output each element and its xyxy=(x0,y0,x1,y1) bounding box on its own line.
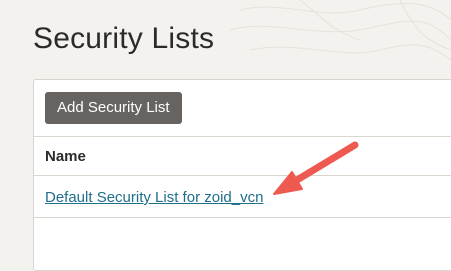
column-header-name: Name xyxy=(45,148,86,165)
row-divider xyxy=(34,217,451,218)
security-lists-panel: Add Security List Name Default Security … xyxy=(33,79,451,271)
header-divider xyxy=(34,175,451,176)
page-title: Security Lists xyxy=(33,22,215,55)
toolbar-divider xyxy=(34,136,451,137)
add-security-list-button[interactable]: Add Security List xyxy=(45,92,182,124)
security-list-link[interactable]: Default Security List for zoid_vcn xyxy=(45,189,263,206)
